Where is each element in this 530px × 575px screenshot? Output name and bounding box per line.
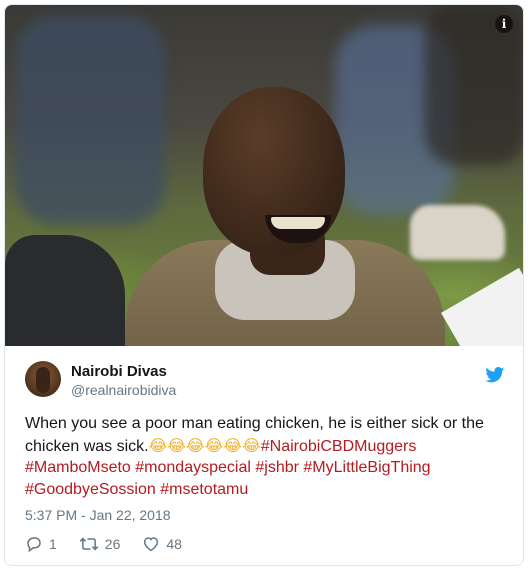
- hashtag-link[interactable]: #msetotamu: [160, 481, 248, 498]
- author-name[interactable]: Nairobi Divas: [71, 363, 167, 380]
- tweet-card: i Nairobi Divas @realnairobidiva When yo…: [4, 4, 524, 566]
- author-handle[interactable]: @realnairobidiva: [71, 382, 176, 398]
- reply-button[interactable]: 1: [25, 535, 57, 553]
- twitter-bird-icon[interactable]: [485, 367, 505, 383]
- photo-paper: [441, 267, 523, 346]
- retweet-count: 26: [104, 536, 121, 552]
- tweet-text: When you see a poor man eating chicken, …: [25, 413, 509, 500]
- tweet-actions: 1 26 48: [25, 533, 204, 555]
- retweet-icon: [79, 537, 99, 551]
- like-count: 48: [166, 536, 182, 552]
- tweet-photo[interactable]: i: [5, 5, 523, 346]
- hashtag-link[interactable]: #NairobiCBDMuggers: [261, 438, 417, 455]
- tweet-timestamp[interactable]: 5:37 PM - Jan 22, 2018: [25, 507, 171, 523]
- hashtag-link[interactable]: #jshbr: [255, 459, 299, 476]
- tweet-emojis: 😂😂😂😂😂😂: [148, 435, 261, 455]
- photo-shoe: [410, 205, 505, 260]
- reply-icon: [27, 537, 41, 553]
- hashtag-link[interactable]: #MamboMseto: [25, 459, 131, 476]
- tweet-author: Nairobi Divas @realnairobidiva: [25, 361, 505, 401]
- hashtag-link[interactable]: #MyLittleBigThing: [303, 459, 430, 476]
- photo-background-crowd: [15, 15, 165, 225]
- photo-arm: [5, 235, 125, 346]
- heart-icon: [144, 537, 159, 552]
- hashtag-link[interactable]: #GoodbyeSossion: [25, 481, 156, 498]
- photo-teeth: [271, 217, 325, 229]
- retweet-button[interactable]: 26: [79, 535, 121, 553]
- hashtag-link[interactable]: #mondayspecial: [135, 459, 251, 476]
- avatar[interactable]: [25, 361, 61, 397]
- info-icon[interactable]: i: [495, 15, 513, 33]
- reply-count: 1: [49, 536, 57, 552]
- like-button[interactable]: 48: [142, 535, 182, 553]
